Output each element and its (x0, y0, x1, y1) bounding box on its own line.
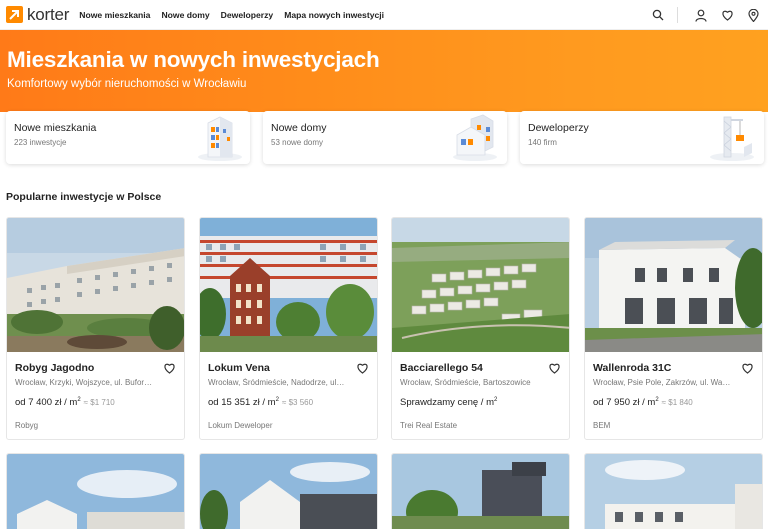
logo[interactable]: korter (6, 5, 69, 25)
apartment-building-icon (198, 116, 242, 161)
listing-card-partial[interactable] (6, 453, 185, 529)
price-text: od 7 400 zł / m (15, 397, 78, 409)
listing-name: Bacciarellego 54 (400, 362, 483, 374)
favorite-heart-icon[interactable] (548, 362, 561, 374)
listing-card-partial[interactable] (391, 453, 570, 529)
listing-developer[interactable]: Lokum Deweloper (208, 421, 272, 430)
listing-photo (7, 454, 184, 529)
hero-title: Mieszkania w nowych inwestycjach (7, 47, 380, 72)
listing-address: Wrocław, Śródmieście, Nadodrze, ul. Rydy… (208, 378, 346, 387)
listing-card[interactable]: Bacciarellego 54 Wrocław, Śródmieście, B… (391, 217, 570, 440)
price-unit-sup: 2 (77, 397, 81, 403)
category-title: Deweloperzy (528, 122, 589, 134)
category-card-deweloperzy[interactable]: Deweloperzy 140 firm (520, 111, 764, 164)
listing-card[interactable]: Lokum Vena Wrocław, Śródmieście, Nadodrz… (199, 217, 378, 440)
category-title: Nowe mieszkania (14, 122, 97, 134)
listing-name: Wallenroda 31C (593, 362, 672, 374)
listing-card[interactable]: Robyg Jagodno Wrocław, Krzyki, Wojszyce,… (6, 217, 185, 440)
favorite-heart-icon[interactable] (356, 362, 369, 374)
search-icon[interactable] (651, 8, 665, 22)
category-card-nowe-domy[interactable]: Nowe domy 53 nowe domy (263, 111, 507, 164)
listing-price: Sprawdzamy cenę / m2 (400, 397, 500, 408)
listing-photo (392, 218, 569, 352)
price-text: Sprawdzamy cenę / m (400, 397, 494, 409)
category-count: 140 firm (528, 138, 557, 147)
favorite-heart-icon[interactable] (741, 362, 754, 374)
listing-price: od 7 400 zł / m2 ≈ $1 710 (15, 397, 115, 408)
nav-deweloperzy[interactable]: Deweloperzy (221, 10, 274, 20)
house-icon (453, 114, 497, 161)
price-unit-sup: 2 (275, 397, 279, 403)
listing-price: od 7 950 zł / m2 ≈ $1 840 (593, 397, 693, 408)
price-usd: ≈ $1 710 (83, 398, 115, 408)
listing-developer[interactable]: Robyg (15, 421, 38, 430)
top-navigation-bar: korter Nowe mieszkania Nowe domy Dewelop… (0, 0, 768, 30)
listing-card[interactable]: Wallenroda 31C Wrocław, Psie Pole, Zakrz… (584, 217, 763, 440)
hero-subtitle: Komfortowy wybór nieruchomości w Wrocław… (7, 78, 247, 90)
user-icon[interactable] (694, 8, 708, 22)
favorite-heart-icon[interactable] (163, 362, 176, 374)
main-nav: Nowe mieszkania Nowe domy Deweloperzy Ma… (79, 10, 395, 20)
price-unit-sup: 2 (493, 397, 498, 403)
listing-card-partial[interactable] (584, 453, 763, 529)
listing-address: Wrocław, Krzyki, Wojszyce, ul. Buforowa (15, 378, 153, 387)
price-text: od 7 950 zł / m (593, 397, 656, 409)
listing-card-partial[interactable] (199, 453, 378, 529)
logo-text: korter (27, 4, 70, 24)
category-title: Nowe domy (271, 122, 327, 134)
nav-mapa-nowych-inwestycji[interactable]: Mapa nowych inwestycji (284, 10, 384, 20)
category-count: 53 nowe domy (271, 138, 324, 147)
section-title: Popularne inwestycje w Polsce (6, 191, 162, 203)
listing-name: Lokum Vena (208, 362, 270, 374)
category-count: 223 inwestycje (14, 138, 67, 147)
nav-nowe-mieszkania[interactable]: Nowe mieszkania (79, 10, 150, 20)
price-usd: ≈ $3 560 (281, 398, 314, 408)
logo-arrow-icon (6, 6, 23, 23)
price-unit-sup: 2 (655, 397, 659, 403)
listing-address: Wrocław, Psie Pole, Zakrzów, ul. Wallenr… (593, 378, 731, 387)
nav-nowe-domy[interactable]: Nowe domy (161, 10, 209, 20)
listing-photo (200, 218, 377, 352)
listing-address: Wrocław, Śródmieście, Bartoszowice (400, 378, 531, 387)
listing-photo (585, 218, 762, 352)
location-pin-icon[interactable] (746, 8, 760, 22)
header-divider (677, 7, 678, 23)
price-usd: ≈ $1 840 (661, 398, 693, 408)
listing-developer[interactable]: BEM (593, 421, 610, 430)
listing-photo (392, 454, 569, 529)
hero-banner: Mieszkania w nowych inwestycjach Komfort… (0, 30, 768, 112)
listing-photo (7, 218, 184, 352)
header-actions (651, 0, 760, 30)
listing-developer[interactable]: Trei Real Estate (400, 421, 457, 430)
crane-icon (710, 116, 754, 161)
listing-photo (585, 454, 762, 529)
heart-icon[interactable] (720, 8, 734, 22)
listing-name: Robyg Jagodno (15, 362, 95, 374)
category-card-nowe-mieszkania[interactable]: Nowe mieszkania 223 inwestycje (6, 111, 250, 164)
price-text: od 15 351 zł / m (208, 397, 276, 409)
listing-photo (200, 454, 377, 529)
listing-price: od 15 351 zł / m2 ≈ $3 560 (208, 397, 313, 408)
